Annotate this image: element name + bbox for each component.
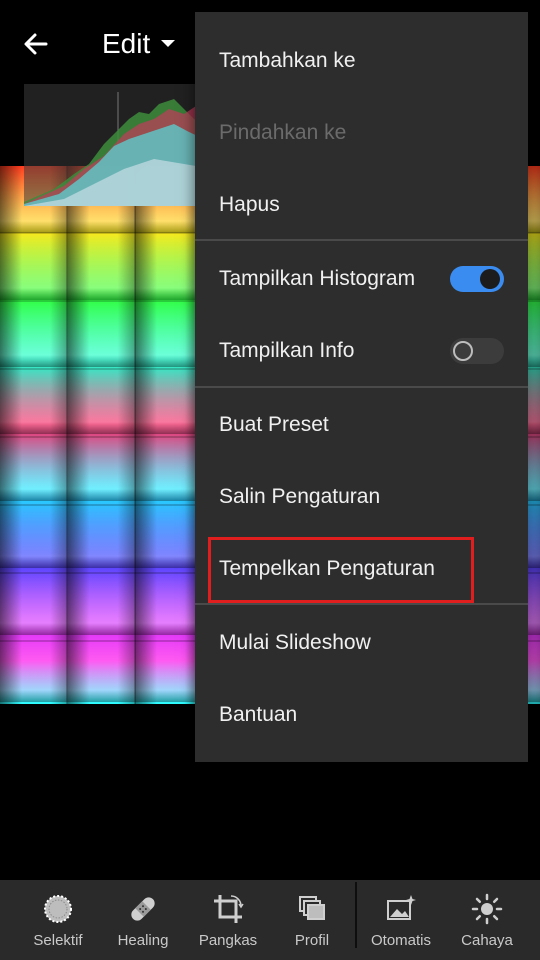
menu-item-label: Tambahkan ke [219,49,356,72]
menu-item-label: Salin Pengaturan [219,485,381,508]
menu-item-tempelkan-pengaturan[interactable]: Tempelkan Pengaturan [195,533,528,605]
menu-divider [195,239,528,241]
overflow-menu: Tambahkan ke Pindahkan ke Hapus Tampilka… [195,12,528,762]
tool-label: Cahaya [461,932,513,949]
menu-item-label: Buat Preset [219,413,329,436]
menu-item-salin-pengaturan[interactable]: Salin Pengaturan [195,461,528,533]
auto-icon [383,892,419,926]
tool-label: Otomatis [370,932,431,949]
menu-item-label: Mulai Slideshow [219,631,371,654]
bottom-toolbar: Selektif Healing Pangkas Profil Otomatis… [0,880,540,960]
tool-otomatis[interactable]: Otomatis [358,880,444,960]
menu-item-label: Pindahkan ke [219,121,347,144]
menu-item-tampilkan-histogram[interactable]: Tampilkan Histogram [195,243,528,315]
toggle-knob [480,269,500,289]
menu-item-tampilkan-info[interactable]: Tampilkan Info [195,315,528,387]
crop-icon [210,892,246,926]
menu-item-label: Tampilkan Info [219,339,355,362]
menu-item-bantuan[interactable]: Bantuan [195,679,528,751]
menu-item-label: Hapus [219,193,280,216]
arrow-left-icon [24,33,48,55]
tool-label: Healing [117,932,169,949]
toggle-knob [453,341,473,361]
menu-item-label: Bantuan [219,703,298,726]
edit-mode-dropdown[interactable]: Edit [102,24,176,64]
page-title: Edit [102,28,151,59]
menu-item-buat-preset[interactable]: Buat Preset [195,389,528,461]
tool-healing[interactable]: Healing [100,880,186,960]
tool-pangkas[interactable]: Pangkas [186,880,270,960]
tool-selektif[interactable]: Selektif [16,880,100,960]
bandage-icon [125,892,161,926]
menu-divider [195,386,528,388]
tool-cahaya[interactable]: Cahaya [444,880,530,960]
menu-item-tambahkan-ke[interactable]: Tambahkan ke [195,25,528,97]
selective-icon [40,892,76,926]
menu-item-mulai-slideshow[interactable]: Mulai Slideshow [195,607,528,679]
toolbar-separator [355,882,357,948]
menu-item-label: Tampilkan Histogram [219,267,416,290]
menu-item-pindahkan-ke: Pindahkan ke [195,97,528,169]
tool-profil[interactable]: Profil [270,880,354,960]
caret-down-icon [161,40,176,47]
profile-icon [294,892,330,926]
tool-label: Profil [294,932,330,949]
menu-item-hapus[interactable]: Hapus [195,169,528,241]
sun-icon [469,892,505,926]
tool-label: Pangkas [198,932,258,949]
histogram-toggle[interactable] [450,266,504,292]
back-button[interactable] [14,22,58,66]
menu-divider [195,603,528,605]
info-toggle[interactable] [450,338,504,364]
tool-label: Selektif [33,932,83,949]
menu-item-label: Tempelkan Pengaturan [219,557,435,580]
